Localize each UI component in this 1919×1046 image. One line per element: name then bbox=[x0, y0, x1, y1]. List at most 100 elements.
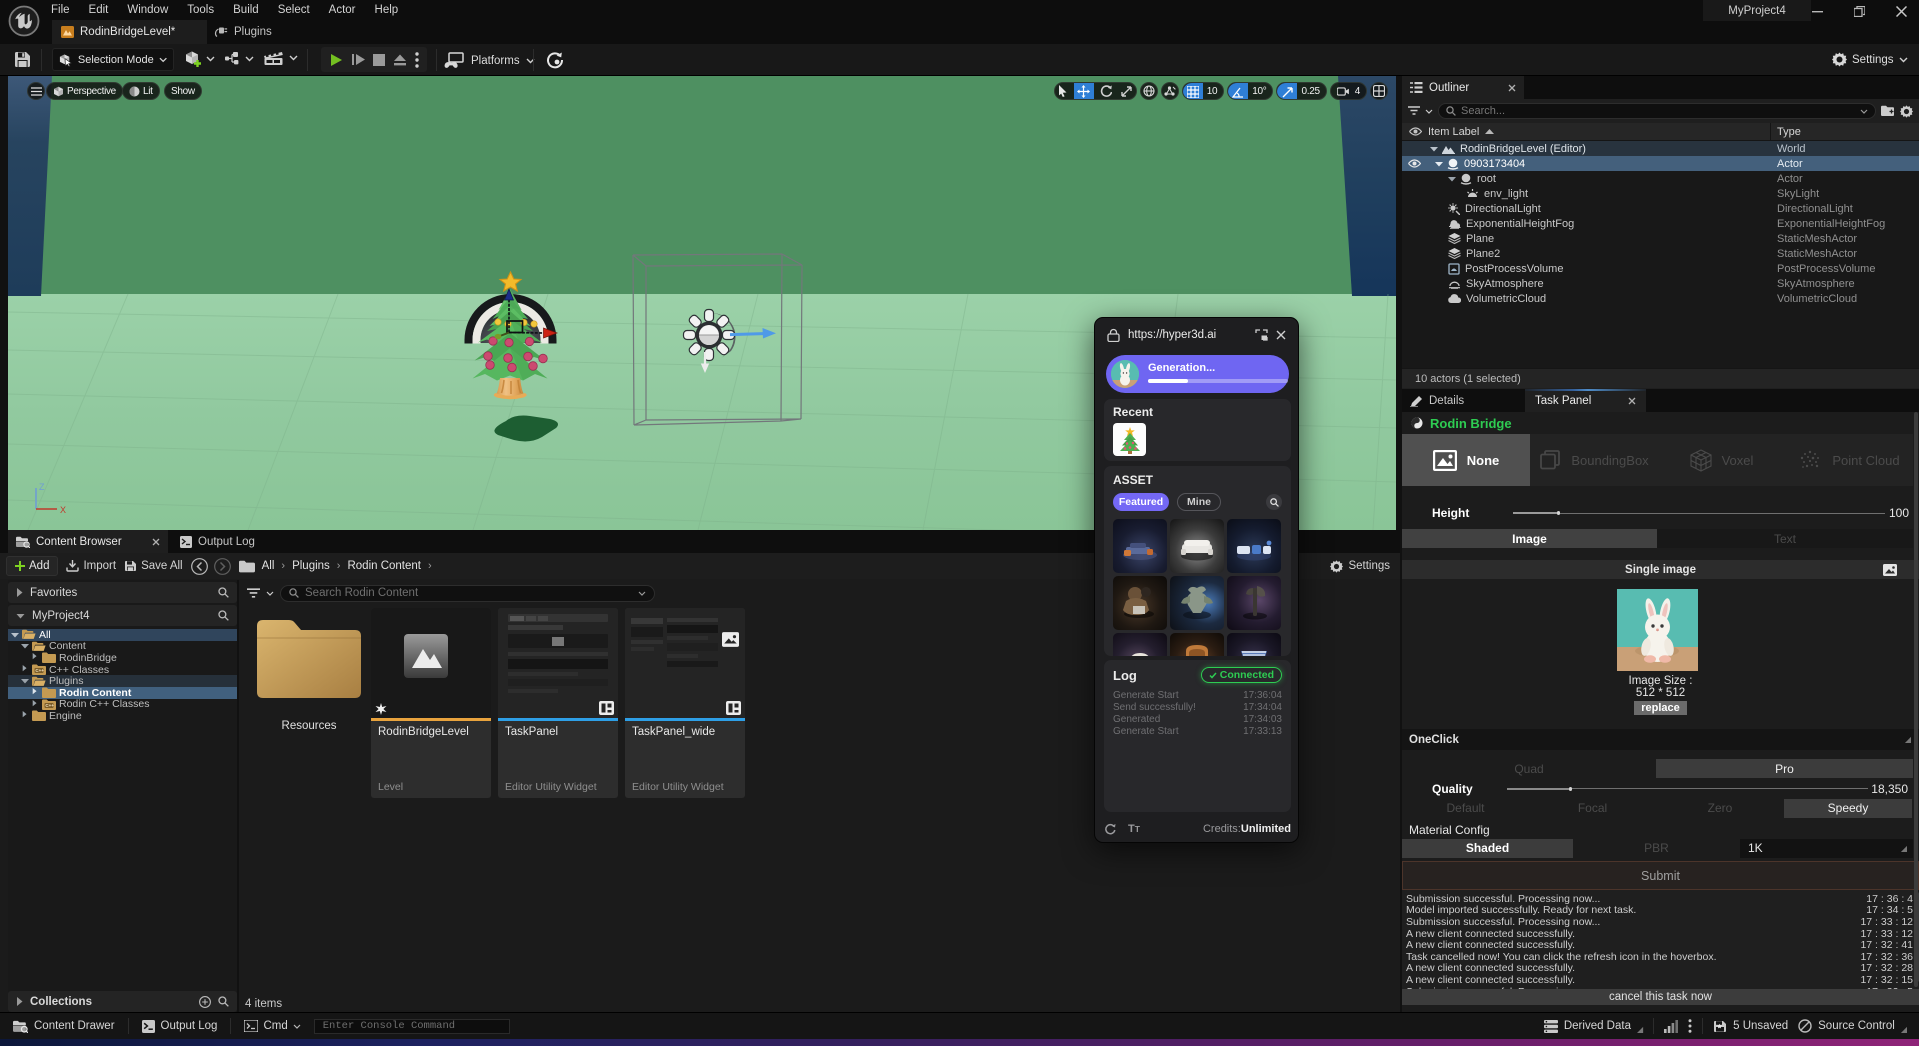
camera-speed-control[interactable]: 4 bbox=[1330, 82, 1367, 100]
eye-icon[interactable] bbox=[1409, 127, 1422, 136]
single-image-bar[interactable]: Single image bbox=[1402, 560, 1919, 579]
forward-icon[interactable] bbox=[214, 558, 231, 575]
scale-snap-control[interactable]: 0.25 bbox=[1276, 82, 1326, 100]
recompile-icon[interactable] bbox=[546, 51, 564, 69]
asset-thumb-5[interactable] bbox=[1170, 576, 1224, 630]
default-button[interactable]: Default bbox=[1402, 799, 1529, 818]
tree-plugins[interactable]: Plugins bbox=[8, 675, 237, 687]
tab-task-panel[interactable]: Task Panel bbox=[1525, 389, 1646, 412]
more-options-icon[interactable] bbox=[1688, 1019, 1692, 1033]
close-icon[interactable] bbox=[1276, 330, 1286, 340]
move-tool-selected[interactable] bbox=[1074, 82, 1094, 100]
blueprints-dropdown[interactable] bbox=[224, 51, 254, 66]
viewport-perspective-dropdown[interactable]: Perspective bbox=[46, 82, 123, 100]
outliner-row-root[interactable]: root Actor bbox=[1402, 171, 1919, 186]
eject-button[interactable] bbox=[393, 53, 407, 66]
expand-arrow-icon[interactable] bbox=[1448, 176, 1456, 182]
platforms-dropdown[interactable]: Platforms bbox=[444, 52, 535, 69]
chevron-down-icon[interactable] bbox=[1860, 109, 1868, 114]
recent-thumbnail[interactable] bbox=[1113, 423, 1146, 456]
tree-rodin-cpp[interactable]: C++ Rodin C++ Classes bbox=[8, 699, 237, 711]
outliner-row-selected[interactable]: 0903173404 Actor bbox=[1402, 156, 1919, 171]
menu-build[interactable]: Build bbox=[233, 4, 259, 16]
cinematics-dropdown[interactable] bbox=[263, 50, 298, 66]
surface-snap-icon[interactable] bbox=[1161, 82, 1179, 100]
rotate-tool[interactable] bbox=[1097, 82, 1115, 100]
tree-all[interactable]: All bbox=[8, 629, 237, 641]
minimize-button[interactable] bbox=[1803, 2, 1831, 20]
add-collection-icon[interactable] bbox=[199, 996, 211, 1008]
asset-tile-taskpanel-wide[interactable]: TaskPanel_wide Editor Utility Widget bbox=[625, 608, 745, 798]
outliner-row-world[interactable]: RodinBridgeLevel (Editor) World bbox=[1402, 141, 1919, 156]
breadcrumb-plugins[interactable]: Plugins bbox=[292, 560, 330, 572]
menu-window[interactable]: Window bbox=[127, 4, 168, 16]
output-log-button[interactable]: Output Log bbox=[129, 1020, 231, 1033]
search-icon[interactable] bbox=[218, 610, 229, 621]
asset-tile-rodinbridgelevel[interactable]: RodinBridgeLevel Level bbox=[371, 608, 491, 798]
viewport-show-dropdown[interactable]: Show bbox=[164, 82, 202, 100]
outliner-row-volumetriccloud[interactable]: VolumetricCloud VolumetricCloud bbox=[1402, 291, 1919, 306]
tree-rodinbridge[interactable]: RodinBridge bbox=[8, 652, 237, 664]
outliner-row-directionallight[interactable]: DirectionalLight DirectionalLight bbox=[1402, 201, 1919, 216]
close-icon[interactable] bbox=[1508, 84, 1516, 92]
resolution-dropdown[interactable]: 1K◢ bbox=[1740, 839, 1913, 858]
content-drawer-button[interactable]: Content Drawer bbox=[0, 1020, 128, 1033]
menu-actor[interactable]: Actor bbox=[329, 4, 356, 16]
expand-arrow-icon[interactable] bbox=[1430, 146, 1438, 152]
asset-thumb-9[interactable] bbox=[1227, 633, 1281, 656]
tree-content[interactable]: Content bbox=[8, 641, 237, 653]
menu-edit[interactable]: Edit bbox=[89, 4, 109, 16]
scale-tool[interactable] bbox=[1118, 82, 1136, 100]
chevron-down-icon[interactable] bbox=[1425, 109, 1433, 114]
chevron-down-icon[interactable] bbox=[266, 591, 274, 596]
text-tool-icon[interactable]: TT bbox=[1128, 823, 1140, 835]
stop-button[interactable] bbox=[373, 54, 385, 66]
panel-scrollbar[interactable] bbox=[1914, 412, 1918, 987]
shaded-button[interactable]: Shaded bbox=[1402, 839, 1573, 858]
zero-button[interactable]: Zero bbox=[1656, 799, 1784, 818]
outliner-row-plane2[interactable]: Plane2 StaticMeshActor bbox=[1402, 246, 1919, 261]
outliner-row-fog[interactable]: ExponentialHeightFog ExponentialHeightFo… bbox=[1402, 216, 1919, 231]
search-icon[interactable] bbox=[218, 587, 229, 598]
unsaved-button[interactable]: 5 Unsaved bbox=[1713, 1020, 1788, 1033]
tab-plugins[interactable]: Plugins bbox=[210, 20, 286, 44]
hyper3d-title-bar[interactable]: https://hyper3d.ai bbox=[1095, 318, 1298, 352]
hyper3d-floating-window[interactable]: https://hyper3d.ai Generation... Recent … bbox=[1094, 317, 1299, 843]
generation-status-pill[interactable]: Generation... bbox=[1106, 355, 1289, 393]
eye-icon[interactable] bbox=[1408, 159, 1421, 168]
select-tool[interactable] bbox=[1055, 82, 1071, 100]
chevron-down-icon[interactable] bbox=[638, 591, 646, 596]
tab-level[interactable]: RodinBridgeLevel* bbox=[52, 20, 207, 44]
filter-icon[interactable] bbox=[247, 588, 260, 599]
menu-help[interactable]: Help bbox=[375, 4, 399, 16]
menu-file[interactable]: File bbox=[51, 4, 70, 16]
derived-data-dropdown[interactable]: Derived Data ◢ bbox=[1544, 1019, 1643, 1034]
mode-none-button[interactable]: None bbox=[1402, 434, 1530, 486]
outliner-row-envlight[interactable]: env_light SkyLight bbox=[1402, 186, 1919, 201]
outliner-row-skyatmosphere[interactable]: SkyAtmosphere SkyAtmosphere bbox=[1402, 276, 1919, 291]
quality-slider-left[interactable] bbox=[1507, 788, 1569, 790]
asset-tile-resources[interactable]: Resources bbox=[249, 608, 369, 798]
tab-output-log[interactable]: Output Log bbox=[168, 530, 267, 553]
tree-rodin-content[interactable]: Rodin Content bbox=[8, 687, 237, 699]
save-icon[interactable] bbox=[14, 51, 31, 68]
close-icon[interactable] bbox=[1628, 397, 1636, 405]
pbr-button[interactable]: PBR bbox=[1573, 839, 1740, 858]
focal-button[interactable]: Focal bbox=[1529, 799, 1656, 818]
speedy-button[interactable]: Speedy bbox=[1784, 799, 1912, 818]
save-all-button[interactable]: Save All bbox=[124, 560, 183, 572]
asset-search-input[interactable]: Search Rodin Content bbox=[280, 585, 655, 602]
new-folder-icon[interactable] bbox=[1881, 105, 1895, 117]
mine-pill[interactable]: Mine bbox=[1177, 493, 1221, 511]
asset-thumb-1[interactable] bbox=[1113, 519, 1167, 573]
console-command-input[interactable]: Enter Console Command bbox=[314, 1019, 510, 1034]
column-type-label[interactable]: Type bbox=[1777, 126, 1801, 138]
outliner-settings-icon[interactable] bbox=[1900, 105, 1913, 118]
close-button[interactable] bbox=[1887, 2, 1915, 20]
mode-voxel-button[interactable]: Voxel bbox=[1658, 434, 1785, 486]
asset-thumb-7[interactable] bbox=[1113, 633, 1167, 656]
mode-boundingbox-button[interactable]: BoundingBox bbox=[1530, 434, 1658, 486]
asset-search-button[interactable] bbox=[1266, 494, 1282, 510]
insights-icon[interactable] bbox=[1664, 1020, 1678, 1033]
submit-button[interactable]: Submit bbox=[1402, 861, 1919, 890]
